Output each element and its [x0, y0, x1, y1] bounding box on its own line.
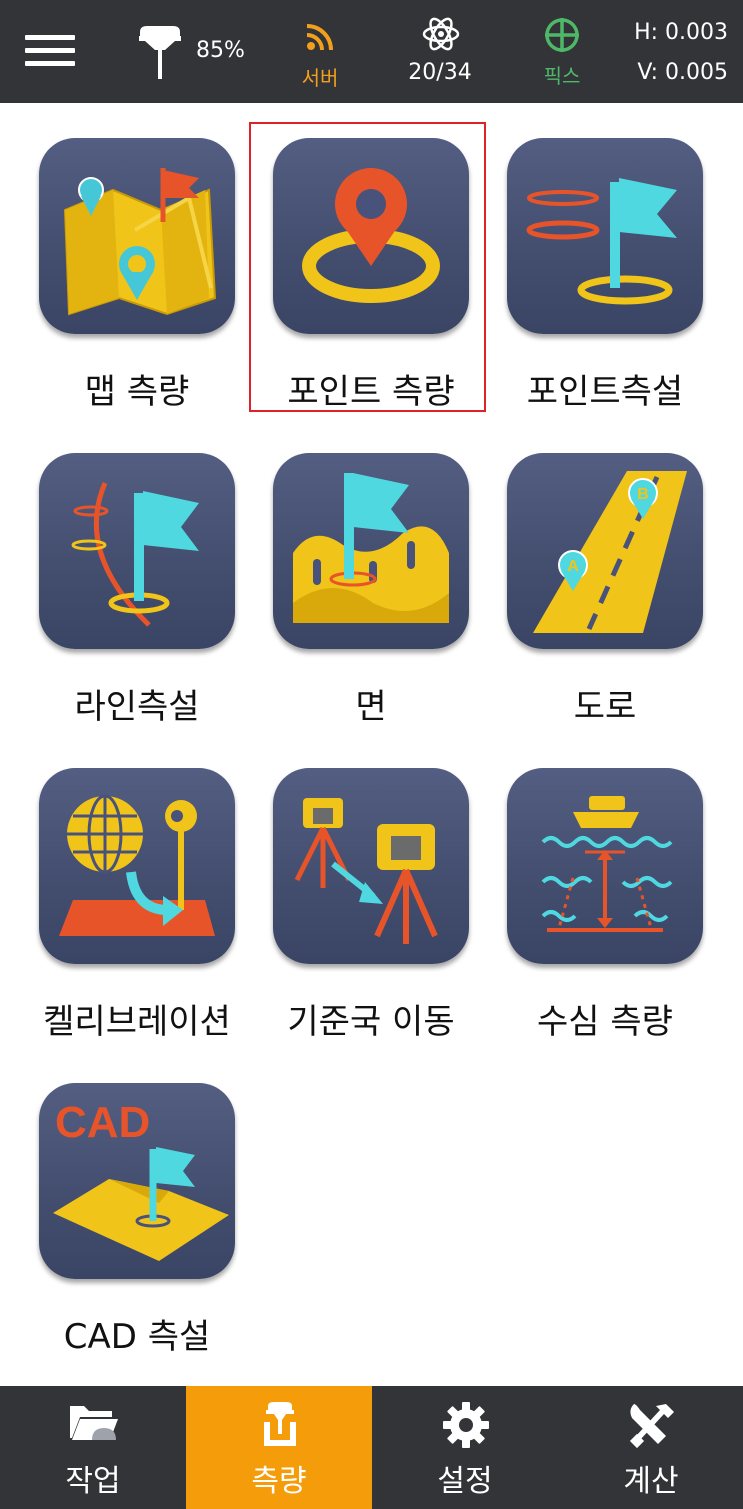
tile-map-survey[interactable]: 맵 측량: [20, 120, 254, 420]
survey-receiver-icon: [264, 1402, 296, 1446]
nav-calculate[interactable]: 계산: [558, 1386, 743, 1509]
menu-icon[interactable]: [25, 30, 77, 70]
tile-surface[interactable]: 면: [254, 435, 488, 735]
tile-depth-survey[interactable]: 수심 측량: [488, 750, 722, 1050]
nav-job[interactable]: 작업: [0, 1386, 186, 1509]
v-precision: V: 0.005: [637, 60, 728, 85]
server-label[interactable]: 서버: [296, 62, 344, 91]
satellite-count[interactable]: 20/34: [400, 60, 480, 85]
tools-calc-icon: [629, 1404, 674, 1449]
depth-survey-icon: [507, 768, 703, 964]
tile-road[interactable]: B A 도로: [488, 435, 722, 735]
tile-label: 수심 측량: [537, 1002, 673, 1042]
tile-label: 켈리브레이션: [43, 1002, 231, 1042]
server-signal-icon: [306, 24, 333, 51]
point-stakeout-icon: [507, 138, 703, 334]
tile-line-stakeout[interactable]: 라인측설: [20, 435, 254, 735]
road-icon: B A: [507, 453, 703, 649]
tile-calibration[interactable]: 켈리브레이션: [20, 750, 254, 1050]
line-stakeout-icon: [39, 453, 235, 649]
nav-survey[interactable]: 측량: [186, 1386, 372, 1509]
cad-stakeout-icon: CAD: [39, 1083, 235, 1279]
battery-percent: 85%: [196, 38, 245, 63]
h-precision: H: 0.003: [634, 20, 728, 45]
map-survey-icon: [39, 138, 235, 334]
svg-text:A: A: [567, 558, 579, 575]
gnss-receiver-icon: [139, 26, 181, 79]
status-bar: 85% 서버 20/34 픽스 H: 0.003 V: 0.005: [0, 0, 743, 103]
base-station-move-icon: [273, 768, 469, 964]
surface-icon: [273, 453, 469, 649]
selection-highlight: [249, 122, 486, 412]
folder-job-icon: [70, 1406, 118, 1440]
tile-label: 맵 측량: [84, 372, 190, 412]
gear-icon: [443, 1402, 489, 1448]
crosshair-fix-icon: [545, 18, 579, 52]
tile-label: 도로: [573, 687, 637, 727]
tile-label: 포인트측설: [526, 372, 684, 412]
svg-text:B: B: [637, 486, 649, 503]
tile-label: CAD 측설: [63, 1317, 211, 1357]
tile-point-stakeout[interactable]: 포인트측설: [488, 120, 722, 420]
tile-cad-stakeout[interactable]: CAD CAD 측설: [20, 1065, 254, 1365]
calibration-icon: [39, 768, 235, 964]
tile-base-station-move[interactable]: 기준국 이동: [254, 750, 488, 1050]
cad-icon-text: CAD: [55, 1098, 150, 1147]
tile-label: 기준국 이동: [287, 1002, 455, 1042]
fix-status-label[interactable]: 픽스: [536, 60, 588, 89]
tile-label: 라인측설: [74, 687, 200, 727]
bottom-nav: 작업 측량 설정 계산: [0, 1386, 743, 1509]
satellite-atom-icon: [422, 17, 460, 51]
nav-settings[interactable]: 설정: [372, 1386, 558, 1509]
tile-label: 면: [355, 687, 387, 727]
